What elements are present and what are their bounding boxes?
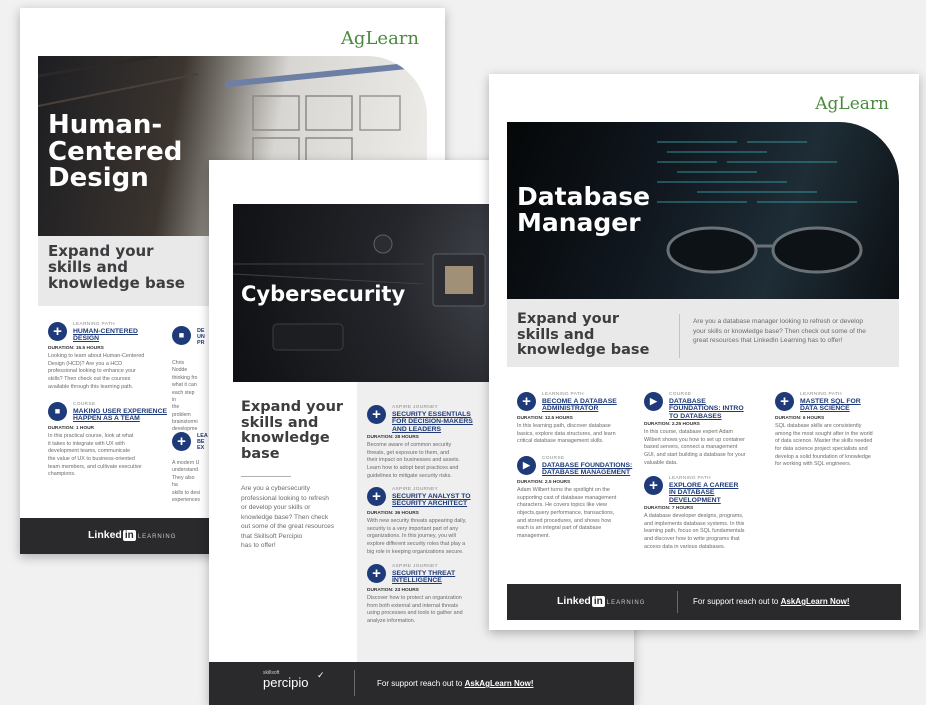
course-security-analyst: + ASPIRE JOURNEY SECURITY ANALYST TO SECU… xyxy=(367,487,507,565)
cyber-tagline: Expand your skills and knowledge base xyxy=(241,399,344,462)
chat-bubble-icon: ■ xyxy=(172,326,191,345)
plus-icon: + xyxy=(367,487,386,506)
course-become-database-administrator: + LEARNING PATH BECOME A DATABASE ADMINIS… xyxy=(517,392,642,462)
footer-divider xyxy=(354,670,355,696)
course-type: ASPIRE JOURNEY xyxy=(392,405,439,410)
partial-course-title-2: LEA BE EX xyxy=(197,433,208,452)
cyber-divider xyxy=(241,476,291,477)
course-type: COURSE xyxy=(669,392,692,397)
aglearn-logo: AgLearn xyxy=(340,28,419,49)
linkedin-learning-logo: Linked in LEARNING xyxy=(88,529,177,541)
course-duration: DURATION: 12.5 HOURS xyxy=(517,416,573,421)
course-database-foundations-management: ▶ COURSE DATABASE FOUNDATIONS: DATABASE M… xyxy=(517,456,642,551)
plus-icon: + xyxy=(517,392,536,411)
course-duration: DURATION: 28 HOURS xyxy=(367,435,419,440)
course-duration: DURATION: 7 HOURS xyxy=(644,506,694,511)
course-title-link[interactable]: DATABASE FOUNDATIONS: DATABASE MANAGEMENT xyxy=(542,462,632,477)
db-intro: Are you a database manager looking to re… xyxy=(693,318,866,345)
database-manager-flyer: AgLearn Database Manager Expand your skil… xyxy=(489,74,919,630)
plus-icon: + xyxy=(775,392,794,411)
course-description: A database developer designs, programs, a… xyxy=(644,513,745,550)
course-title-link[interactable]: MASTER SQL FOR DATA SCIENCE xyxy=(800,398,861,413)
course-duration: DURATION: 1 HOUR xyxy=(48,426,95,431)
hcd-title: Human- Centered Design xyxy=(48,110,183,194)
course-human-centered-design: + LEARNING PATH HUMAN-CENTERED DESIGN DUR… xyxy=(48,322,183,402)
hcd-tagline: Expand your skills and knowledge base xyxy=(48,242,185,293)
course-title-link[interactable]: BECOME A DATABASE ADMINISTRATOR xyxy=(542,398,617,413)
course-security-threat-intelligence: + ASPIRE JOURNEY SECURITY THREAT INTELLIG… xyxy=(367,564,507,642)
partial-course-description: Chris Nodde thinking fro what it can each s… xyxy=(172,360,198,433)
course-description: In this practical course, look at what it… xyxy=(48,433,142,478)
partial-course-title: DE UN PR xyxy=(197,328,205,347)
course-duration: DURATION: 2.25 HOURS xyxy=(644,422,700,427)
course-title-link[interactable]: SECURITY ESSENTIALS FOR DECISION-MAKERS AN… xyxy=(392,411,473,433)
course-duration: DURATION: 36 HOURS xyxy=(367,511,419,516)
course-duration: DURATION: 2.5 HOURS xyxy=(517,480,571,485)
plus-icon: + xyxy=(367,564,386,583)
course-description: SQL database skills are consistently amon… xyxy=(775,423,873,468)
plus-icon: + xyxy=(367,405,386,424)
cyber-title: Cybersecurity xyxy=(241,282,406,306)
course-description: Adam Wilbert turns the spotlight on the s… xyxy=(517,487,617,540)
course-database-foundations-intro: ▶ COURSE DATABASE FOUNDATIONS: INTRO TO DA… xyxy=(644,392,769,472)
course-description: Looking to learn about Human-Centered Des… xyxy=(48,353,145,390)
course-making-ux-happen: ■ COURSE MAKING USER EXPERIENCE HAPPEN AS… xyxy=(48,402,183,492)
check-icon: ✓ xyxy=(317,670,325,680)
course-title-link[interactable]: EXPLORE A CAREER IN DATABASE DEVELOPMENT xyxy=(669,482,738,504)
course-duration: DURATION: 15.5 HOURS xyxy=(48,346,104,351)
plus-icon: + xyxy=(644,476,663,495)
askaglearn-link[interactable]: AskAgLearn Now! xyxy=(781,597,850,606)
course-title-link[interactable]: DATABASE FOUNDATIONS: INTRO TO DATABASES xyxy=(669,398,744,420)
course-duration: DURATION: 23 HOURS xyxy=(367,588,419,593)
db-tagline: Expand your skills and knowledge base xyxy=(517,311,650,359)
course-title-link[interactable]: HUMAN-CENTERED DESIGN xyxy=(73,328,138,343)
db-band-divider xyxy=(679,314,680,358)
course-duration: DURATION: 6 HOURS xyxy=(775,416,825,421)
course-description: Become aware of common security threats, … xyxy=(367,442,460,479)
course-description: With new security threats appearing dail… xyxy=(367,518,467,555)
db-footer: Linked in LEARNING For support reach out t… xyxy=(507,584,901,620)
support-text: For support reach out to AskAgLearn Now! xyxy=(377,679,534,688)
chat-bubble-icon: ■ xyxy=(48,402,67,421)
course-type: COURSE xyxy=(73,402,96,407)
course-type: LEARNING PATH xyxy=(73,322,115,327)
askaglearn-link[interactable]: AskAgLearn Now! xyxy=(465,679,534,688)
skillsoft-percipio-logo: skillsoft percipio xyxy=(263,670,309,690)
course-description: In this course, database expert Adam Wilb… xyxy=(644,429,746,466)
course-type: COURSE xyxy=(542,456,565,461)
partial-course-description-2: A modern Uunderstand They also ha skills t… xyxy=(172,460,200,503)
play-icon: ▶ xyxy=(517,456,536,475)
course-type: LEARNING PATH xyxy=(800,392,842,397)
play-icon: ▶ xyxy=(644,392,663,411)
plus-icon: + xyxy=(48,322,67,341)
cyber-footer: skillsoft percipio ✓ For support reach o… xyxy=(209,662,634,705)
course-type: LEARNING PATH xyxy=(542,392,584,397)
plus-icon: + xyxy=(172,432,191,451)
course-description: Discover how to protect an organization f… xyxy=(367,595,463,625)
course-title-link[interactable]: MAKING USER EXPERIENCE HAPPEN AS A TEAM xyxy=(73,408,167,423)
course-type: LEARNING PATH xyxy=(669,476,711,481)
db-hero: Database Manager xyxy=(507,122,899,299)
course-master-sql-data-science: + LEARNING PATH MASTER SQL FOR DATA SCIEN… xyxy=(775,392,900,482)
course-explore-career-database-development: + LEARNING PATH EXPLORE A CAREER IN DATAB… xyxy=(644,476,769,561)
cyber-intro: Are you a cybersecurity professional look… xyxy=(241,485,335,550)
footer-divider xyxy=(677,591,678,613)
aglearn-logo: AgLearn xyxy=(815,94,889,114)
course-type: ASPIRE JOURNEY xyxy=(392,564,439,569)
course-title-link[interactable]: SECURITY THREAT INTELLIGENCE xyxy=(392,570,455,585)
course-description: In this learning path, discover database… xyxy=(517,423,616,445)
support-text: For support reach out to AskAgLearn Now! xyxy=(693,597,850,606)
course-type: ASPIRE JOURNEY xyxy=(392,487,439,492)
linkedin-learning-logo: Linked in LEARNING xyxy=(557,595,646,607)
course-title-link[interactable]: SECURITY ANALYST TO SECURITY ARCHITECT xyxy=(392,493,471,508)
course-security-essentials: + ASPIRE JOURNEY SECURITY ESSENTIALS FOR … xyxy=(367,405,507,483)
db-title: Database Manager xyxy=(517,182,651,237)
